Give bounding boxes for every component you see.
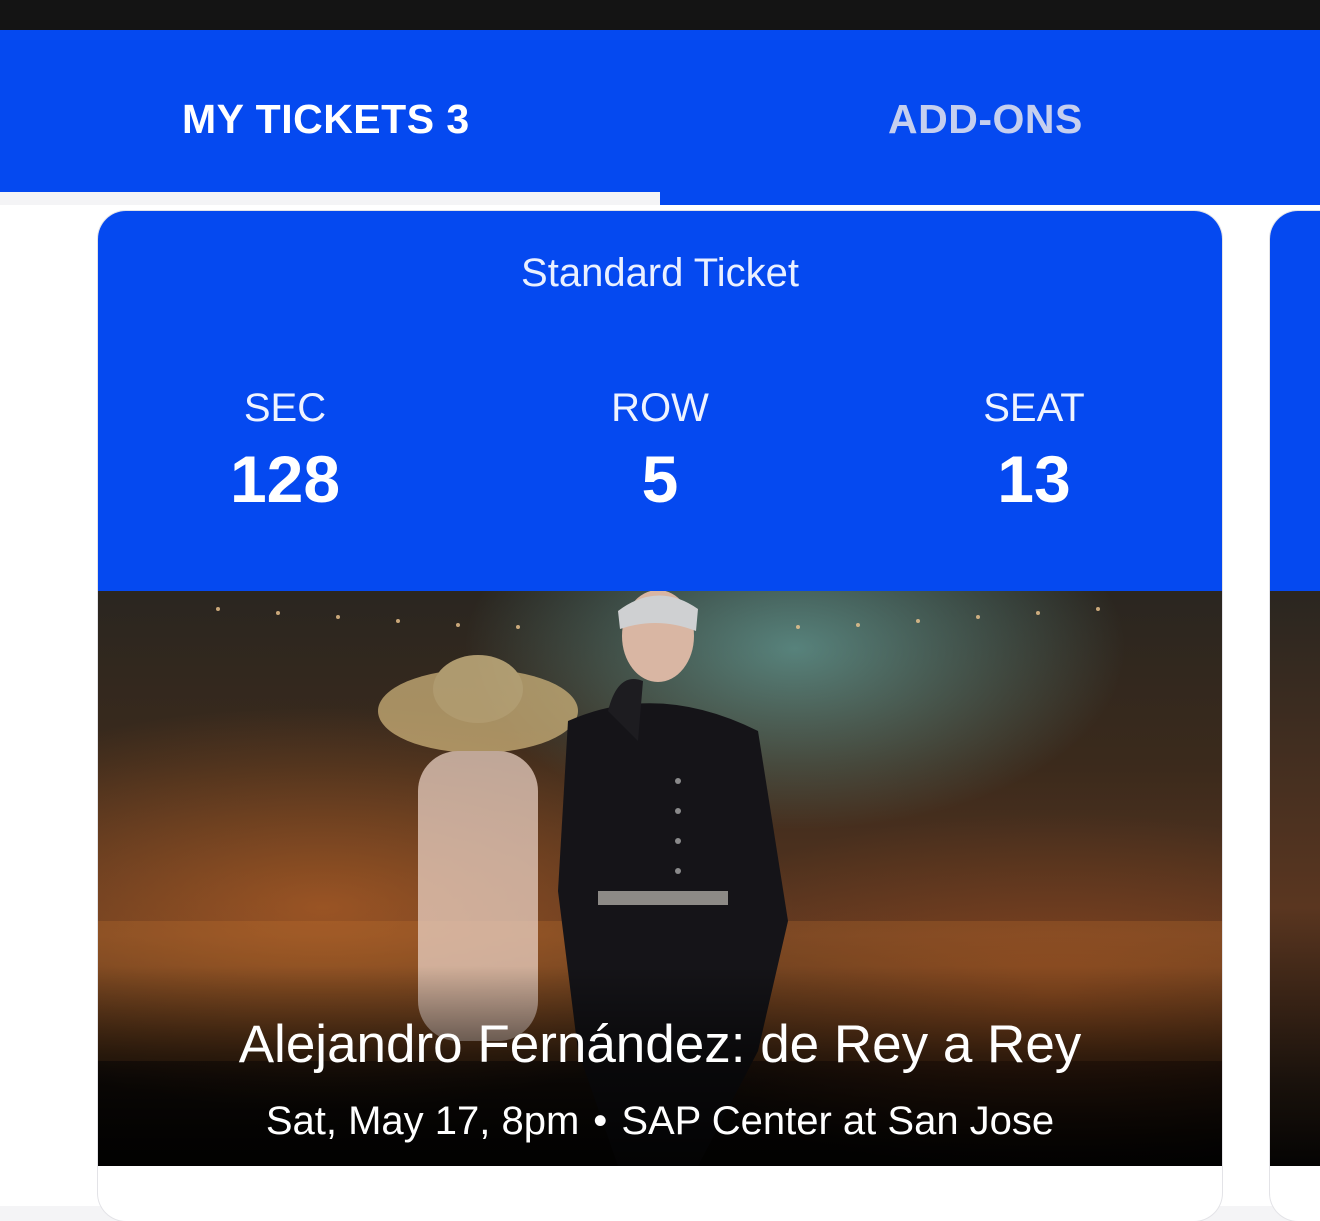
tab-add-ons[interactable]: ADD-ONS [888,96,1083,143]
event-image: Alejandro Fernández: de Rey a Rey Sat, M… [98,591,1222,1166]
row-value: 5 [641,442,679,516]
ticket-type: Standard Ticket [521,251,799,295]
event-date: Sat, May 17, 8pm [265,1099,580,1143]
section-label: SEC [243,386,327,430]
next-ticket-card-peek[interactable] [1270,211,1320,1221]
section-value: 128 [229,442,341,516]
section-info: SEC 128 [135,383,435,521]
tab-my-tickets[interactable]: MY TICKETS 3 [182,96,470,143]
seat-info: SEAT 13 [884,383,1184,521]
seat-label: SEAT [983,386,1085,430]
seat-value: 13 [997,442,1071,516]
event-venue: SAP Center at San Jose [621,1099,1055,1143]
row-info: ROW 5 [510,383,810,521]
ticket-card[interactable]: Standard Ticket SEC 128 ROW 5 SEAT 13 Al… [98,211,1222,1221]
status-bar [0,0,1320,30]
active-tab-indicator [0,192,660,205]
event-details: Sat, May 17, 8pm • SAP Center at San Jose [98,1099,1222,1144]
ticket-header: Standard Ticket SEC 128 ROW 5 SEAT 13 [98,211,1222,591]
row-label: ROW [611,386,709,430]
next-ticket-image [1270,591,1320,1166]
next-ticket-header [1270,211,1320,591]
separator-dot: • [593,1099,608,1143]
ticket-tabs: MY TICKETS 3 ADD-ONS [0,30,1320,205]
event-title: Alejandro Fernández: de Rey a Rey [238,1015,1082,1074]
